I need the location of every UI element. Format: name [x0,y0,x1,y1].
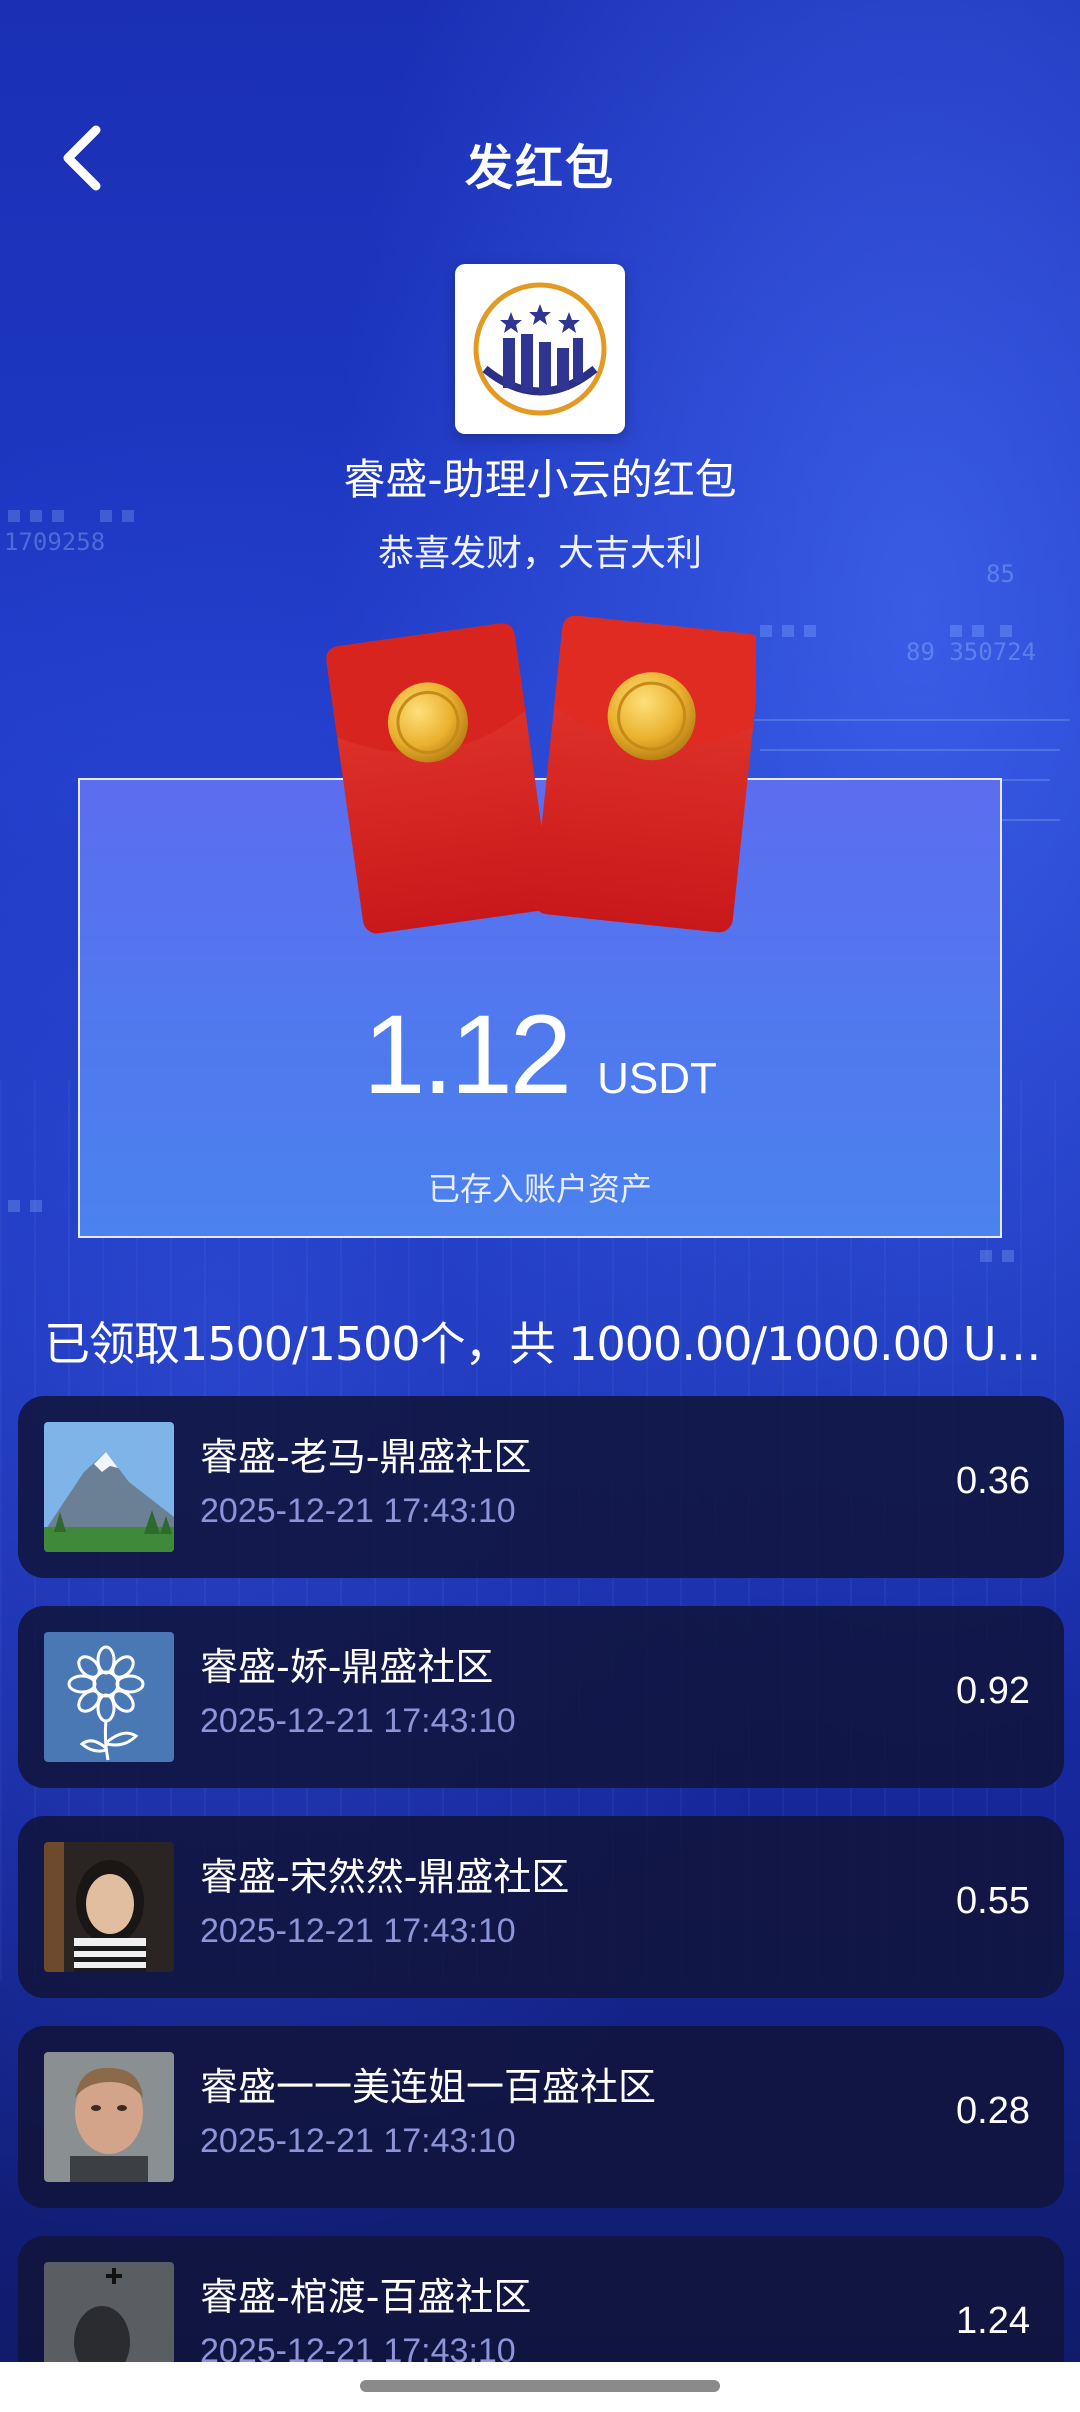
page-title: 发红包 [464,140,615,196]
list-item[interactable]: 睿盛-宋然然-鼎盛社区 2025-12-21 17:43:10 0.55 [18,1816,1064,1998]
claim-time: 2025-12-21 17:43:10 [200,1492,516,1530]
claim-time: 2025-12-21 17:43:10 [200,1912,516,1950]
claim-amount: 1.24 [956,2300,1030,2342]
dark-avatar [44,2262,174,2362]
claim-amount: 0.55 [956,1880,1030,1922]
sender-logo [455,264,625,434]
claim-amount: 0.28 [956,2090,1030,2132]
mountain-avatar [44,1422,174,1552]
list-item[interactable]: 睿盛-棺渡-百盛社区 2025-12-21 17:43:10 1.24 [18,2236,1064,2362]
claimer-name: 睿盛-娇-鼎盛社区 [200,1645,494,1689]
flower-avatar [44,1632,174,1762]
red-envelope-icon [326,604,762,964]
list-item[interactable]: 睿盛-娇-鼎盛社区 2025-12-21 17:43:10 0.92 [18,1606,1064,1788]
list-item[interactable]: 睿盛-老马-鼎盛社区 2025-12-21 17:43:10 0.36 [18,1396,1064,1578]
claim-amount: 0.36 [956,1460,1030,1502]
amount-unit: USDT [597,1054,717,1103]
claimer-name: 睿盛-老马-鼎盛社区 [200,1435,532,1479]
status-bar [0,0,1080,60]
claim-time: 2025-12-21 17:43:10 [200,2122,516,2160]
background-digits: 89 350724 [906,638,1037,666]
amount-display: 1.12 USDT [0,990,1080,1119]
claim-time: 2025-12-21 17:43:10 [200,2332,516,2362]
sender-name: 睿盛-助理小云的红包 [343,455,737,504]
ruisheng-logo-icon [473,282,607,416]
claimer-name: 睿盛-宋然然-鼎盛社区 [200,1855,570,1899]
list-item[interactable]: 睿盛一一美连姐一百盛社区 2025-12-21 17:43:10 0.28 [18,2026,1064,2208]
blessing-text: 恭喜发财，大吉大利 [377,533,702,574]
claimer-name: 睿盛-棺渡-百盛社区 [200,2275,532,2319]
man-avatar [44,2052,174,2182]
woman-avatar [44,1842,174,1972]
claim-time: 2025-12-21 17:43:10 [200,1702,516,1740]
claim-amount: 0.92 [956,1670,1030,1712]
claimer-name: 睿盛一一美连姐一百盛社区 [200,2065,657,2109]
claim-summary: 已领取1500/1500个，共 1000.00/1000.00 USDT [44,1317,1064,1371]
home-indicator[interactable] [360,2380,720,2392]
stored-note: 已存入账户资产 [427,1170,652,1208]
amount-value: 1.12 [363,992,572,1117]
